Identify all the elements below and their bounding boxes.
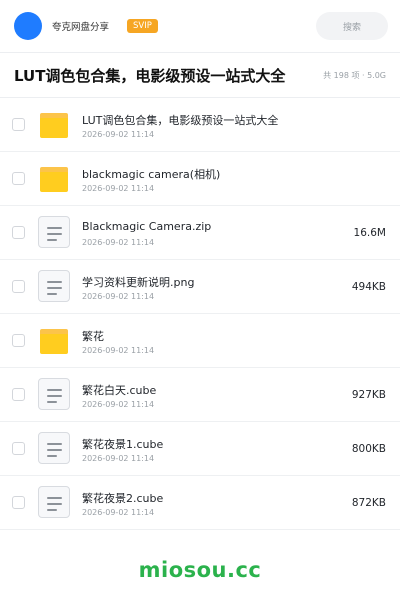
file-name[interactable]: 繁花白天.cube (82, 382, 156, 398)
row-checkbox[interactable] (12, 442, 25, 455)
file-row[interactable]: 繁花夜景2.cube 2026-09-02 11:14 872KB (0, 476, 400, 530)
file-time: 2026-09-02 11:14 (82, 130, 155, 139)
file-icon (38, 431, 70, 466)
row-checkbox[interactable] (12, 118, 25, 131)
file-name[interactable]: 繁花 (82, 328, 104, 344)
row-checkbox[interactable] (12, 280, 25, 293)
file-name[interactable]: 学习资料更新说明.png (82, 274, 194, 290)
avatar[interactable] (14, 12, 42, 40)
folder-icon (38, 324, 70, 358)
file-size: 872KB (351, 497, 386, 509)
file-time: 2026-09-02 11:14 (82, 400, 155, 409)
sharer-name: 夸克网盘分享 (52, 22, 110, 33)
page-title: LUT调色包合集，电影级预设一站式大全 (14, 66, 286, 85)
item-summary: 共 198 项 · 5.0G (323, 70, 386, 80)
file-row[interactable]: 繁花 2026-09-02 11:14 (0, 314, 400, 368)
svip-badge: SVIP (127, 19, 158, 33)
file-name[interactable]: LUT调色包合集，电影级预设一站式大全 (82, 112, 278, 128)
file-row[interactable]: LUT调色包合集，电影级预设一站式大全 2026-09-02 11:14 (0, 98, 400, 152)
file-icon (38, 377, 70, 412)
row-checkbox[interactable] (12, 496, 25, 509)
file-row[interactable]: 繁花夜景1.cube 2026-09-02 11:14 800KB (0, 422, 400, 476)
file-time: 2026-09-02 11:14 (82, 454, 155, 463)
file-icon (38, 269, 70, 304)
file-name[interactable]: blackmagic camera(相机) (82, 166, 220, 182)
file-size: 16.6M (353, 227, 386, 239)
file-row[interactable]: 繁花白天.cube 2026-09-02 11:14 927KB (0, 368, 400, 422)
file-time: 2026-09-02 11:14 (82, 292, 155, 301)
share-title-row: LUT调色包合集，电影级预设一站式大全 共 198 项 · 5.0G (0, 53, 400, 97)
file-icon (38, 485, 70, 520)
file-list: LUT调色包合集，电影级预设一站式大全 2026-09-02 11:14 black… (0, 98, 400, 530)
file-size: 494KB (351, 281, 386, 293)
row-checkbox[interactable] (12, 226, 25, 239)
row-checkbox[interactable] (12, 172, 25, 185)
row-checkbox[interactable] (12, 334, 25, 347)
search-button[interactable]: 搜索 (316, 12, 388, 40)
file-row[interactable]: Blackmagic Camera.zip 2026-09-02 11:14 16.… (0, 206, 400, 260)
file-time: 2026-09-02 11:14 (82, 346, 155, 355)
file-row[interactable]: 学习资料更新说明.png 2026-09-02 11:14 494KB (0, 260, 400, 314)
folder-icon (38, 108, 70, 142)
file-name[interactable]: 繁花夜景1.cube (82, 436, 163, 452)
file-time: 2026-09-02 11:14 (82, 184, 155, 193)
top-bar: 夸克网盘分享 SVIP 搜索 (0, 0, 400, 52)
row-checkbox[interactable] (12, 388, 25, 401)
file-icon (38, 215, 70, 250)
file-row[interactable]: blackmagic camera(相机) 2026-09-02 11:14 (0, 152, 400, 206)
file-time: 2026-09-02 11:14 (82, 508, 155, 517)
file-size: 800KB (351, 443, 386, 455)
folder-icon (38, 162, 70, 196)
file-name[interactable]: 繁花夜景2.cube (82, 490, 163, 506)
file-name[interactable]: Blackmagic Camera.zip (82, 220, 211, 233)
watermark: miosou.cc (138, 558, 262, 582)
file-time: 2026-09-02 11:14 (82, 238, 155, 247)
file-size: 927KB (351, 389, 386, 401)
